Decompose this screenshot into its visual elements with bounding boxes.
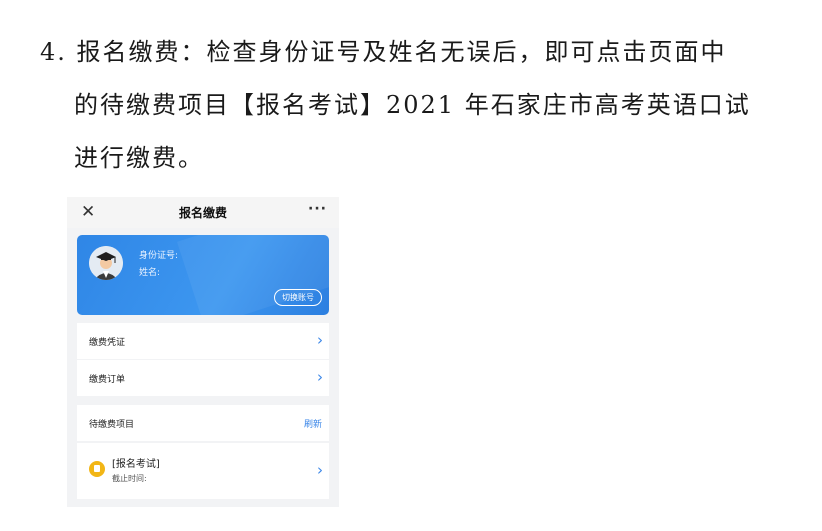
chevron-right-icon: › — [317, 331, 323, 349]
switch-account-button[interactable]: 切换账号 — [274, 289, 322, 306]
pending-items-header: 待缴费项目 刷新 — [77, 405, 329, 441]
profile-card: 身份证号: 姓名: 切换账号 — [77, 235, 329, 315]
instruction-line-3: 进行缴费。 — [74, 144, 204, 172]
refresh-button[interactable]: 刷新 — [304, 417, 322, 430]
id-number-label: 身份证号: — [139, 251, 179, 261]
menu-item-payment-orders[interactable]: 缴费订单 › — [77, 360, 329, 396]
phone-screenshot: ✕ 报名缴费 ··· 身份证号: 姓名: 切换账号 缴费凭证 › 缴费订单 › … — [67, 197, 339, 507]
name-label: 姓名: — [139, 268, 161, 278]
menu-item-label: 缴费订单 — [89, 375, 126, 385]
pending-header-label: 待缴费项目 — [89, 420, 135, 430]
pending-item-deadline: 截止时间: — [112, 474, 147, 483]
avatar-graduate-icon — [89, 246, 123, 280]
pending-item-register-exam[interactable]: [报名考试] 截止时间: › — [77, 443, 329, 499]
instruction-line-1: 4. 报名缴费：检查身份证号及姓名无误后，即可点击页面中 — [40, 38, 727, 66]
page-title: 报名缴费 — [178, 206, 227, 220]
chevron-right-icon: › — [317, 461, 323, 479]
chevron-right-icon: › — [317, 368, 323, 386]
menu-item-label: 缴费凭证 — [89, 338, 126, 348]
pending-item-title: [报名考试] — [112, 459, 160, 470]
more-icon[interactable]: ··· — [308, 201, 327, 217]
nav-bar: ✕ 报名缴费 ··· — [67, 197, 339, 228]
menu-item-payment-voucher[interactable]: 缴费凭证 › — [77, 323, 329, 359]
instruction-line-2: 的待缴费项目【报名考试】2021 年石家庄市高考英语口试 — [74, 91, 751, 119]
document-icon — [89, 461, 105, 477]
instruction-paragraph: 4. 报名缴费：检查身份证号及姓名无误后，即可点击页面中 的待缴费项目【报名考试… — [40, 40, 800, 199]
